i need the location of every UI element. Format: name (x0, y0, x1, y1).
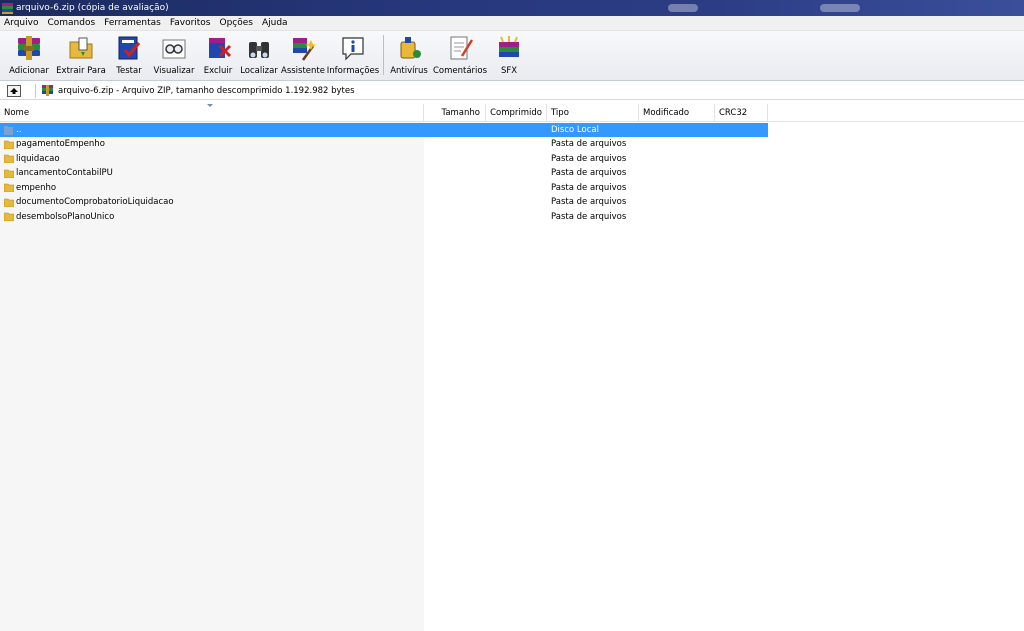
menu-opcoes[interactable]: Opções (216, 18, 258, 28)
row-type: Pasta de arquivos (551, 182, 627, 193)
find-label: Localizar (240, 66, 278, 76)
up-folder-button[interactable] (7, 84, 21, 97)
find-button[interactable]: Localizar (238, 31, 280, 79)
view-label: Visualizar (153, 66, 195, 76)
file-list: .. Disco Local pagamentoEmpenho Pasta de… (0, 122, 1024, 631)
test-button[interactable]: Testar (108, 31, 150, 79)
info-icon (342, 37, 364, 61)
sfx-button[interactable]: SFX (489, 31, 529, 79)
binoculars-icon (249, 42, 269, 58)
list-row-folder[interactable]: liquidacao Pasta de arquivos (0, 152, 768, 166)
window-title: arquivo-6.zip (cópia de avaliação) (16, 3, 169, 13)
row-name: documentoComprobatorioLiquidacao (16, 197, 174, 207)
column-size-label: Tamanho (441, 108, 480, 118)
sfx-icon (499, 36, 519, 57)
add-label: Adicionar (9, 66, 49, 76)
toolbar: Adicionar Extrair Para Testar Visualizar (0, 31, 1024, 81)
folder-icon (4, 212, 14, 221)
wizard-icon (293, 38, 317, 61)
column-modified[interactable]: Modificado (639, 104, 715, 122)
column-type-label: Tipo (551, 108, 569, 118)
wizard-button[interactable]: Assistente (280, 31, 326, 79)
comments-button[interactable]: Comentários (431, 31, 489, 79)
menu-ferramentas[interactable]: Ferramentas (100, 18, 166, 28)
column-compressed-label: Comprimido (490, 108, 542, 118)
folder-icon (4, 198, 14, 207)
column-compressed[interactable]: Comprimido (486, 104, 547, 122)
info-label: Informações (326, 66, 380, 76)
sfx-label: SFX (500, 66, 518, 76)
list-row-folder[interactable]: lancamentoContabilPU Pasta de arquivos (0, 166, 768, 180)
extract-label: Extrair Para (56, 66, 106, 76)
toolbar-separator (383, 35, 384, 75)
folder-icon (4, 183, 14, 192)
archive-icon (42, 85, 53, 96)
delete-icon (209, 38, 232, 58)
up-arrow-icon (10, 87, 18, 94)
column-name[interactable]: Nome (0, 104, 424, 122)
list-row-parent[interactable]: .. Disco Local (0, 123, 768, 137)
comments-label: Comentários (432, 66, 488, 76)
row-type: Pasta de arquivos (551, 153, 627, 164)
folder-icon (4, 140, 14, 149)
delete-label: Excluir (203, 66, 233, 76)
info-button[interactable]: Informações (326, 31, 380, 79)
extract-folder-icon (69, 37, 93, 59)
row-name: desembolsoPlanoUnico (16, 211, 115, 222)
title-bar: arquivo-6.zip (cópia de avaliação) (0, 0, 1024, 16)
parent-folder-icon (4, 125, 13, 135)
add-button[interactable]: Adicionar (4, 31, 54, 79)
folder-icon (4, 169, 14, 178)
list-row-folder[interactable]: documentoComprobatorioLiquidacao Pasta d… (0, 195, 768, 209)
row-type: Pasta de arquivos (551, 197, 627, 207)
column-modified-label: Modificado (643, 108, 690, 118)
comment-icon (450, 36, 474, 60)
winrar-app-icon (2, 2, 13, 14)
extract-button[interactable]: Extrair Para (54, 31, 108, 79)
view-button[interactable]: Visualizar (150, 31, 198, 79)
menu-ajuda[interactable]: Ajuda (258, 18, 293, 28)
column-crc32-label: CRC32 (719, 108, 748, 118)
menu-comandos[interactable]: Comandos (43, 18, 100, 28)
address-bar: arquivo-6.zip - Arquivo ZIP, tamanho des… (0, 82, 1024, 100)
row-name: .. (16, 125, 22, 135)
row-name: empenho (16, 182, 57, 193)
list-row-folder[interactable]: pagamentoEmpenho Pasta de arquivos (0, 137, 768, 151)
row-name: liquidacao (16, 153, 60, 164)
row-type: Disco Local (551, 125, 599, 135)
list-row-folder[interactable]: empenho Pasta de arquivos (0, 181, 768, 195)
row-name: pagamentoEmpenho (16, 139, 105, 149)
antivirus-button[interactable]: Antivírus (387, 31, 431, 79)
column-crc32[interactable]: CRC32 (715, 104, 768, 122)
row-type: Pasta de arquivos (551, 139, 627, 149)
row-type: Pasta de arquivos (551, 168, 627, 178)
menu-bar: Arquivo Comandos Ferramentas Favoritos O… (0, 16, 1024, 31)
antivirus-label: Antivírus (390, 66, 428, 76)
add-archive-icon (18, 36, 40, 60)
list-row-folder[interactable]: desembolsoPlanoUnico Pasta de arquivos (0, 210, 768, 224)
test-archive-icon (118, 36, 141, 60)
titlebar-glow (820, 4, 860, 12)
test-label: Testar (116, 66, 142, 76)
menu-arquivo[interactable]: Arquivo (0, 18, 43, 28)
titlebar-glow (668, 4, 698, 12)
antivirus-icon (400, 37, 421, 59)
row-name: lancamentoContabilPU (16, 168, 113, 178)
column-name-label: Nome (4, 108, 30, 118)
row-type: Pasta de arquivos (551, 211, 627, 222)
column-type[interactable]: Tipo (547, 104, 639, 122)
address-path: arquivo-6.zip - Arquivo ZIP, tamanho des… (58, 85, 355, 96)
menu-favoritos[interactable]: Favoritos (166, 18, 216, 28)
folder-icon (4, 154, 14, 163)
column-header: Nome Tamanho Comprimido Tipo Modificado … (0, 104, 1024, 122)
view-glasses-icon (162, 39, 186, 59)
address-separator (35, 83, 36, 98)
delete-button[interactable]: Excluir (198, 31, 238, 79)
column-size[interactable]: Tamanho (424, 104, 486, 122)
wizard-label: Assistente (281, 66, 325, 76)
